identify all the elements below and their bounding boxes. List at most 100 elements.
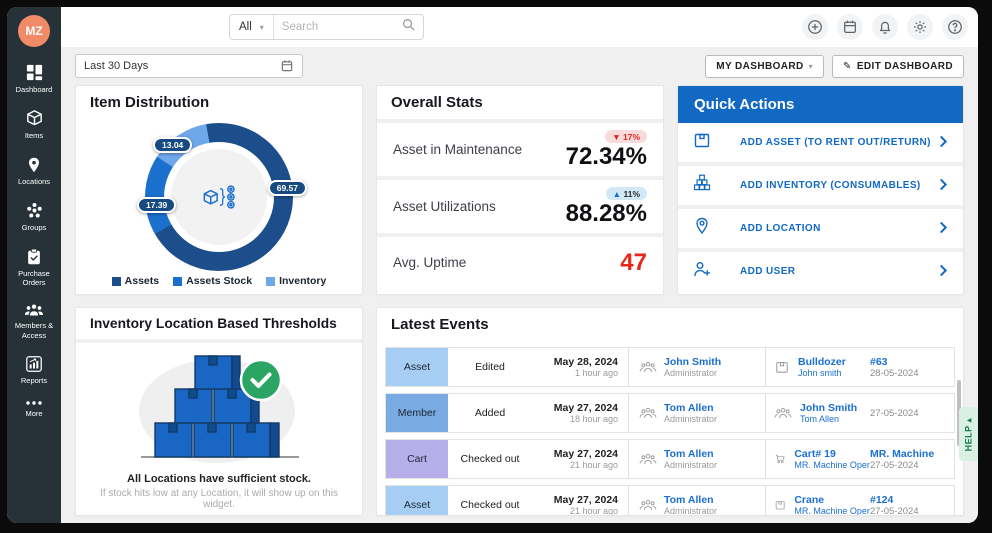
card-title: Overall Stats [377,86,663,119]
sidebar-item-reports[interactable]: Reports [7,355,61,385]
table-row[interactable]: Member Added May 27, 2024 18 hour ago To… [385,393,955,433]
search-scope-select[interactable]: All ▾ [230,15,274,39]
global-search: All ▾ [229,14,424,40]
avatar[interactable]: MZ [18,15,50,47]
date-range-input[interactable]: Last 30 Days [75,54,303,78]
item-link[interactable]: John Smith [800,402,857,414]
gear-icon[interactable] [907,14,933,40]
sidebar-item-groups[interactable]: Groups [7,201,61,232]
table-row[interactable]: Cart Checked out May 27, 2024 21 hour ag… [385,439,955,479]
user-role: Administrator [664,368,721,378]
add-circle-icon[interactable] [802,14,828,40]
sidebar-item-members-access[interactable]: Members & Access [7,302,61,340]
help-tab[interactable]: HELP ▴ [959,407,978,461]
user-link[interactable]: Tom Allen [664,402,717,414]
ref-link[interactable]: #124 [870,494,954,506]
event-item: BulldozerJohn smith [770,348,870,386]
ref-link[interactable]: MR. Machine [870,448,954,460]
event-date-text: May 27, 2024 [554,448,618,460]
event-date: May 27, 2024 21 hour ago [532,486,624,516]
user-role: Administrator [664,506,717,516]
table-row[interactable]: Asset Checked out May 27, 2024 21 hour a… [385,485,955,516]
ref-date: 27-05-2024 [870,460,954,471]
stat-label: Avg. Uptime [393,255,466,270]
donut-label-assets: 69.57 [268,180,307,196]
chevron-right-icon [938,263,949,281]
stat-label: Asset in Maintenance [393,142,522,157]
user-link[interactable]: Tom Allen [664,448,717,460]
user-link[interactable]: Tom Allen [664,494,717,506]
sidebar-item-dashboard[interactable]: Dashboard [7,63,61,94]
event-time-ago: 18 hour ago [570,414,618,424]
people-icon [774,406,792,420]
my-dashboard-button[interactable]: MY DASHBOARD ▾ [705,55,824,78]
ref-link[interactable]: #63 [870,356,954,368]
edit-dashboard-button[interactable]: ✎ EDIT DASHBOARD [832,55,964,78]
sidebar-item-label: Groups [22,223,47,232]
edit-dashboard-label: EDIT DASHBOARD [857,61,953,72]
legend-item-assets-stock[interactable]: Assets Stock [173,275,252,287]
legend-item-assets[interactable]: Assets [112,275,159,287]
item-sub: MR. Machine Operator... [794,506,870,516]
delta-value: 17% [623,132,640,142]
sidebar-item-locations[interactable]: Locations [7,156,61,186]
legend-swatch [173,277,182,286]
event-ref: MR. Machine 27-05-2024 [870,440,954,478]
location-pin-icon [692,216,726,241]
event-user: Tom AllenAdministrator [633,394,761,432]
stat-row-maintenance: Asset in Maintenance ▼ 17% 72.34% [377,123,663,176]
chevron-down-icon: ▾ [260,23,264,32]
table-row[interactable]: Asset Edited May 28, 2024 1 hour ago Joh… [385,347,955,387]
donut-center-illustration [171,149,267,245]
quick-action-add-inventory[interactable]: ADD INVENTORY (CONSUMABLES) [678,166,963,205]
asset-box-icon [692,130,726,155]
event-action: Checked out [448,440,532,478]
sidebar-item-items[interactable]: Items [7,109,61,140]
people-icon [639,498,657,512]
card-title: Quick Actions [678,86,963,123]
sidebar-item-more[interactable]: More [7,400,61,418]
map-pin-icon [25,156,43,174]
calendar-icon[interactable] [837,14,863,40]
event-item: Cart# 19MR. Machine Operator... [770,440,870,478]
event-user: John SmithAdministrator [633,348,761,386]
card-title: Item Distribution [76,86,362,119]
legend-item-inventory[interactable]: Inventory [266,275,326,287]
triangle-down-icon: ▼ [612,132,620,142]
bell-icon[interactable] [872,14,898,40]
dashboard-grid-icon [25,63,44,82]
cluster-icon [25,201,44,220]
filter-bar: Last 30 Days MY DASHBOARD ▾ ✎ EDIT DASHB… [61,47,978,85]
ref-date: 28-05-2024 [870,368,954,379]
item-link[interactable]: Bulldozer [798,356,846,368]
card-title: Latest Events [377,308,963,341]
legend-swatch [112,277,121,286]
help-tab-label: HELP ▴ [963,417,974,451]
item-link[interactable]: Crane [794,494,870,506]
event-action: Checked out [448,486,532,516]
stat-row-uptime: Avg. Uptime 47 [377,237,663,288]
help-circle-icon[interactable] [942,14,968,40]
event-ref: #124 27-05-2024 [870,486,954,516]
user-link[interactable]: John Smith [664,356,721,368]
event-time-ago: 21 hour ago [570,506,618,516]
event-action: Added [448,394,532,432]
event-date: May 28, 2024 1 hour ago [532,348,624,386]
quick-action-add-asset[interactable]: ADD ASSET (TO RENT OUT/RETURN) [678,123,963,162]
thresholds-message: All Locations have sufficient stock. [127,473,311,485]
quick-action-label: ADD USER [726,266,938,277]
search-icon [402,18,415,36]
item-link[interactable]: Cart# 19 [794,448,870,460]
divider [765,440,766,478]
event-type-badge: Member [386,394,448,432]
sidebar-item-label: More [25,409,42,418]
latest-events-card: Latest Events Asset Edited May 28, 2024 … [376,307,964,516]
app-window: MZ Dashboard Items Locations [7,7,978,523]
search-input[interactable] [274,21,402,33]
donut-label-inventory: 13.04 [153,137,192,153]
event-item: John SmithTom Allen [770,394,870,432]
quick-action-add-location[interactable]: ADD LOCATION [678,209,963,248]
calendar-icon [280,59,294,73]
sidebar-item-purchase-orders[interactable]: Purchase Orders [7,248,61,288]
quick-action-add-user[interactable]: ADD USER [678,252,963,291]
